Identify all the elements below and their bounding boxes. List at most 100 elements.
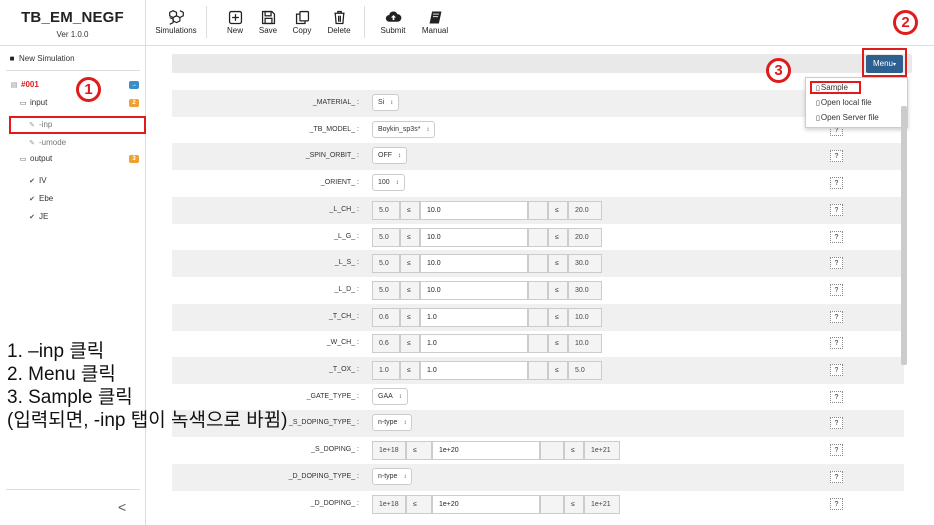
help-button[interactable]: ? bbox=[830, 444, 843, 457]
help-button[interactable]: ? bbox=[830, 310, 843, 323]
param-row: _ORIENT_ : 100 ↕? bbox=[172, 170, 904, 197]
copy-button[interactable]: Copy bbox=[288, 6, 316, 40]
select-caret-icon: ↕ bbox=[403, 473, 407, 480]
window-icon: ▭ bbox=[19, 156, 27, 163]
range-spacer bbox=[528, 280, 548, 300]
param-select[interactable]: GAA ↕ bbox=[372, 387, 408, 405]
param-label: _L_G_ : bbox=[334, 232, 359, 240]
param-select[interactable]: OFF ↕ bbox=[372, 147, 407, 165]
param-min: 1.0 bbox=[372, 361, 400, 380]
select-caret-icon: ↕ bbox=[395, 180, 399, 187]
param-select[interactable]: n-type ↕ bbox=[372, 414, 413, 432]
param-max: 10.0 bbox=[568, 334, 602, 354]
toolbar-divider bbox=[364, 6, 365, 38]
param-value-input[interactable]: 1.0 bbox=[420, 361, 528, 380]
help-button[interactable]: ? bbox=[830, 150, 843, 163]
param-label: _L_CH_ : bbox=[329, 205, 359, 213]
param-value-input[interactable]: 10.0 bbox=[420, 280, 528, 300]
new-simulation-item[interactable]: ■ New Simulation bbox=[7, 54, 153, 63]
leq-symbol: ≤ bbox=[548, 334, 568, 354]
help-button[interactable]: ? bbox=[830, 337, 843, 350]
param-label: _W_CH_ : bbox=[326, 339, 359, 347]
output-item-label: Ebe bbox=[39, 194, 54, 203]
manual-label: Manual bbox=[421, 26, 449, 35]
param-value-input[interactable]: 10.0 bbox=[420, 254, 528, 274]
range-spacer bbox=[528, 227, 548, 247]
new-button[interactable]: New bbox=[222, 6, 248, 40]
output-item-label: IV bbox=[39, 176, 47, 185]
param-row: _L_D_ :5.0 ≤10.0 ≤30.0? bbox=[172, 277, 904, 304]
param-value-input[interactable]: 1.0 bbox=[420, 307, 528, 327]
help-button[interactable]: ? bbox=[830, 497, 843, 510]
instruction-text: 1. –inp 클릭 2. Menu 클릭 3. Sample 클릭 (입력되면… bbox=[7, 340, 288, 432]
folder-icon: ■ bbox=[9, 54, 15, 63]
param-select[interactable]: Boykin_sp3s* ↕ bbox=[372, 120, 436, 138]
simulations-button[interactable]: Simulations bbox=[153, 6, 199, 40]
param-select-value: Boykin_sp3s* bbox=[378, 125, 421, 133]
help-button[interactable]: ? bbox=[830, 390, 843, 403]
param-row: _L_CH_ :5.0 ≤10.0 ≤20.0? bbox=[172, 196, 904, 224]
menu-item-label: Open local file bbox=[820, 98, 872, 107]
instruction-line: (입력되면, -inp 탭이 녹색으로 바뀜) bbox=[7, 410, 288, 431]
help-button[interactable]: ? bbox=[830, 177, 843, 190]
menu-highlight-box bbox=[862, 48, 907, 77]
param-label: _ORIENT_ : bbox=[320, 179, 359, 187]
param-max: 30.0 bbox=[568, 254, 602, 274]
param-label: _D_DOPING_TYPE_ : bbox=[288, 472, 359, 480]
manual-button[interactable]: Manual bbox=[419, 6, 451, 40]
sidebar-divider bbox=[6, 70, 140, 71]
help-button[interactable]: ? bbox=[830, 203, 843, 216]
param-select-value: n-type bbox=[378, 419, 398, 427]
param-value-input[interactable]: 1e+20 bbox=[432, 441, 540, 461]
menu-item-open-local[interactable]: ▯Open local file bbox=[816, 98, 872, 107]
app-title: TB_EM_NEGF bbox=[21, 9, 124, 26]
range-spacer bbox=[540, 441, 564, 461]
menu-item-label: Open Server file bbox=[820, 113, 879, 122]
param-value-input[interactable]: 1e+20 bbox=[432, 494, 540, 514]
leq-symbol: ≤ bbox=[548, 280, 568, 300]
param-select-value: 100 bbox=[378, 179, 390, 187]
param-select[interactable]: n-type ↕ bbox=[372, 467, 413, 485]
collapse-sidebar-button[interactable]: < bbox=[118, 499, 126, 515]
step-1-marker: 1 bbox=[76, 77, 101, 102]
param-max: 1e+21 bbox=[584, 441, 620, 461]
param-select-value: OFF bbox=[378, 152, 392, 160]
help-button[interactable]: ? bbox=[830, 230, 843, 243]
output-folder[interactable]: ▭ output 3 bbox=[18, 154, 142, 163]
help-button[interactable]: ? bbox=[830, 417, 843, 430]
help-button[interactable]: ? bbox=[830, 257, 843, 270]
output-folder-label: output bbox=[30, 154, 53, 163]
param-value-input[interactable]: 10.0 bbox=[420, 200, 528, 220]
list-icon: ▤ bbox=[10, 82, 18, 89]
param-label: _D_DOPING_ : bbox=[310, 499, 359, 507]
menu-item-open-server[interactable]: ▯Open Server file bbox=[816, 113, 879, 122]
submit-button[interactable]: Submit bbox=[378, 6, 408, 40]
help-button[interactable]: ? bbox=[830, 364, 843, 376]
top-toolbar: TB_EM_NEGF Ver 1.0.0 Simulations New Sav… bbox=[0, 0, 934, 46]
param-value-input[interactable]: 10.0 bbox=[420, 227, 528, 247]
vertical-scrollbar[interactable] bbox=[901, 106, 907, 365]
param-select[interactable]: Si ↕ bbox=[372, 94, 400, 111]
help-button[interactable]: ? bbox=[830, 283, 843, 296]
param-label: _TB_MODEL_ : bbox=[309, 125, 359, 133]
param-value-input[interactable]: 1.0 bbox=[420, 334, 528, 354]
param-label: _S_DOPING_ : bbox=[311, 446, 359, 454]
simulation-open-badge[interactable]: → bbox=[129, 81, 139, 89]
instruction-line: 1. –inp 클릭 bbox=[7, 341, 105, 362]
check-icon: ✔ bbox=[29, 214, 35, 221]
save-label: Save bbox=[258, 26, 278, 35]
sidebar-divider bbox=[6, 489, 140, 490]
trash-icon bbox=[324, 6, 354, 26]
main-panel: _MATERIAL_ : Si ↕? _TB_MODEL_ : Boykin_sp3s*… bbox=[146, 46, 934, 525]
toolbar-divider bbox=[206, 6, 207, 38]
sample-highlight-box bbox=[810, 81, 861, 94]
param-min: 0.6 bbox=[372, 307, 400, 327]
save-button[interactable]: Save bbox=[254, 6, 282, 40]
param-min: 5.0 bbox=[372, 254, 400, 274]
param-select[interactable]: 100 ↕ bbox=[372, 174, 405, 192]
param-label: _L_D_ : bbox=[334, 285, 359, 293]
file-icon: ▯ bbox=[816, 115, 820, 122]
leq-symbol: ≤ bbox=[400, 307, 420, 327]
delete-button[interactable]: Delete bbox=[324, 6, 354, 40]
help-button[interactable]: ? bbox=[830, 470, 843, 483]
